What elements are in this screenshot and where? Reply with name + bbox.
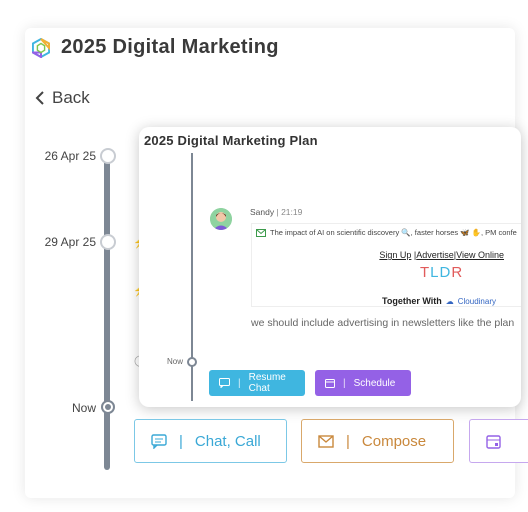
- tldr-logo: TLDR: [420, 264, 464, 281]
- envelope-icon: [318, 434, 334, 448]
- message-sender: Sandy | 21:19: [250, 207, 303, 217]
- chat-call-label: Chat, Call: [194, 432, 261, 450]
- hexagon-logo-icon: [32, 38, 50, 58]
- chat-icon: [219, 378, 230, 388]
- schedule-button[interactable]: | Schedule: [315, 370, 411, 396]
- separator: |: [179, 432, 183, 450]
- sponsor-line: Together With ☁ Cloudinary: [382, 296, 496, 306]
- popup-title: 2025 Digital Marketing Plan: [144, 133, 318, 148]
- resume-chat-button[interactable]: | Resume Chat: [209, 370, 305, 396]
- sponsor-name: Cloudinary: [457, 296, 496, 306]
- timeline-date: 26 Apr 25: [44, 149, 96, 163]
- calendar-button[interactable]: [469, 419, 528, 463]
- together-text: Together With: [382, 296, 442, 306]
- timeline-now-label: Now: [71, 401, 96, 415]
- compose-label: Compose: [361, 432, 427, 450]
- popup-now-node: [187, 357, 197, 367]
- calendar-icon: [486, 434, 501, 449]
- separator: |: [346, 432, 350, 450]
- email-preview[interactable]: The impact of AI on scientific discovery…: [251, 223, 521, 307]
- sender-name: Sandy: [250, 207, 275, 217]
- schedule-label: Schedule: [353, 377, 396, 389]
- back-button[interactable]: Back: [34, 88, 90, 108]
- timeline-date: 29 Apr 25: [44, 235, 96, 249]
- message-body: we should include advertising in newslet…: [251, 317, 515, 329]
- popup-now-label: Now: [167, 357, 184, 366]
- chat-icon: [151, 433, 167, 449]
- avatar: [210, 208, 232, 230]
- message-time: 21:19: [281, 207, 303, 217]
- mail-icon: [256, 228, 266, 237]
- timeline-track: [104, 156, 110, 470]
- email-link-advertise[interactable]: Advertise: [416, 250, 454, 260]
- separator: |: [238, 377, 241, 389]
- timeline-node[interactable]: [100, 234, 116, 250]
- calendar-icon: [325, 378, 335, 388]
- compose-button[interactable]: | Compose: [301, 419, 454, 463]
- chevron-left-icon: [35, 91, 44, 105]
- timeline-node[interactable]: [100, 148, 116, 164]
- chat-call-button[interactable]: | Chat, Call: [134, 419, 287, 463]
- email-subject: The impact of AI on scientific discovery…: [270, 228, 517, 237]
- app-title: 2025 Digital Marketing: [61, 36, 279, 58]
- email-link-signup[interactable]: Sign Up: [379, 250, 411, 260]
- conversation-popup: 2025 Digital Marketing Plan Now Sandy | …: [139, 127, 521, 407]
- email-links: Sign Up |Advertise|View Online: [379, 250, 504, 260]
- separator: |: [343, 377, 346, 389]
- timeline-now-node[interactable]: [101, 400, 115, 414]
- email-link-view-online[interactable]: View Online: [456, 250, 504, 260]
- back-label: Back: [52, 88, 90, 107]
- cloud-icon: ☁: [445, 296, 454, 306]
- resume-chat-label: Resume Chat: [248, 372, 286, 394]
- email-subject-row: The impact of AI on scientific discovery…: [256, 228, 517, 237]
